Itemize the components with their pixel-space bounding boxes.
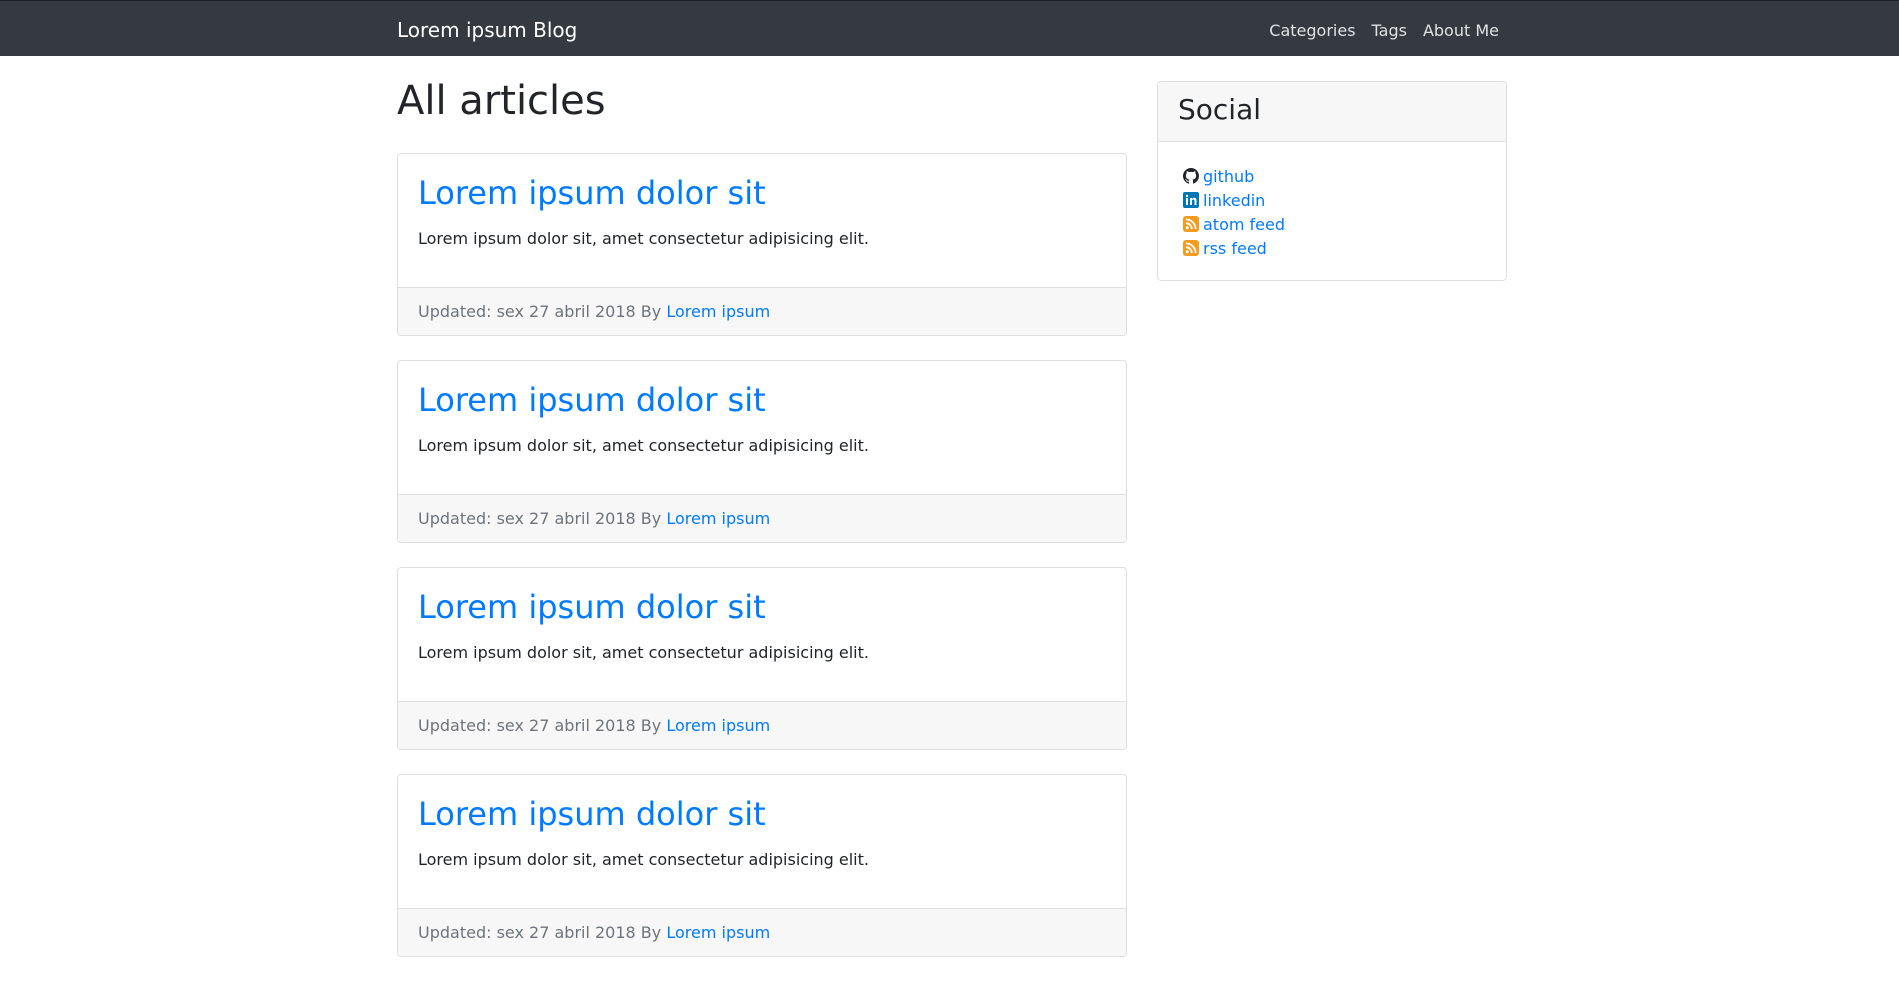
article-list: Lorem ipsum dolor sit Lorem ipsum dolor … bbox=[397, 153, 1127, 981]
social-links-list: github linkedin atom feed rss feed bbox=[1158, 142, 1506, 280]
article-author-link[interactable]: Lorem ipsum bbox=[666, 302, 770, 321]
article-card-body: Lorem ipsum dolor sit Lorem ipsum dolor … bbox=[398, 154, 1126, 287]
social-link-label: rss feed bbox=[1203, 238, 1267, 258]
social-link-label: atom feed bbox=[1203, 214, 1286, 234]
article-summary: Lorem ipsum dolor sit, amet consectetur … bbox=[418, 229, 869, 249]
article-title-link[interactable]: Lorem ipsum dolor sit bbox=[418, 174, 1106, 212]
social-link-github[interactable]: github bbox=[1183, 167, 1254, 186]
social-link-linkedin[interactable]: linkedin bbox=[1183, 191, 1265, 210]
page-title: All articles bbox=[397, 78, 606, 124]
article-author-link[interactable]: Lorem ipsum bbox=[666, 923, 770, 942]
article-card: Lorem ipsum dolor sit Lorem ipsum dolor … bbox=[397, 774, 1127, 957]
article-updated-text: Updated: sex 27 abril 2018 By bbox=[418, 716, 662, 735]
list-item: github bbox=[1183, 164, 1506, 188]
nav-link-categories[interactable]: Categories bbox=[1269, 21, 1355, 40]
nav-link-about-me[interactable]: About Me bbox=[1423, 21, 1499, 40]
article-footer: Updated: sex 27 abril 2018 By Lorem ipsu… bbox=[398, 908, 1126, 956]
list-item: atom feed bbox=[1183, 212, 1506, 236]
article-title-link[interactable]: Lorem ipsum dolor sit bbox=[418, 795, 1106, 833]
article-card: Lorem ipsum dolor sit Lorem ipsum dolor … bbox=[397, 360, 1127, 543]
top-navbar: Lorem ipsum Blog Categories Tags About M… bbox=[0, 0, 1899, 56]
list-item: linkedin bbox=[1183, 188, 1506, 212]
linkedin-icon bbox=[1183, 192, 1199, 208]
article-summary: Lorem ipsum dolor sit, amet consectetur … bbox=[418, 850, 869, 870]
social-link-label: linkedin bbox=[1203, 190, 1266, 210]
article-updated-text: Updated: sex 27 abril 2018 By bbox=[418, 923, 662, 942]
article-title-link[interactable]: Lorem ipsum dolor sit bbox=[418, 381, 1106, 419]
article-updated-text: Updated: sex 27 abril 2018 By bbox=[418, 302, 662, 321]
article-footer: Updated: sex 27 abril 2018 By Lorem ipsu… bbox=[398, 701, 1126, 749]
article-author-link[interactable]: Lorem ipsum bbox=[666, 509, 770, 528]
article-footer: Updated: sex 27 abril 2018 By Lorem ipsu… bbox=[398, 494, 1126, 542]
article-card: Lorem ipsum dolor sit Lorem ipsum dolor … bbox=[397, 567, 1127, 750]
social-link-atom-feed[interactable]: atom feed bbox=[1183, 215, 1285, 234]
article-title-link[interactable]: Lorem ipsum dolor sit bbox=[418, 588, 1106, 626]
article-card-body: Lorem ipsum dolor sit Lorem ipsum dolor … bbox=[398, 775, 1126, 908]
article-author-link[interactable]: Lorem ipsum bbox=[666, 716, 770, 735]
list-item: rss feed bbox=[1183, 236, 1506, 260]
feed-icon bbox=[1183, 240, 1199, 256]
github-icon bbox=[1183, 168, 1199, 184]
article-updated-text: Updated: sex 27 abril 2018 By bbox=[418, 509, 662, 528]
social-sidebar: Social github linkedin atom feed rss fee… bbox=[1157, 81, 1507, 281]
feed-icon bbox=[1183, 216, 1199, 232]
article-card-body: Lorem ipsum dolor sit Lorem ipsum dolor … bbox=[398, 568, 1126, 701]
sidebar-title: Social bbox=[1158, 82, 1506, 142]
article-card: Lorem ipsum dolor sit Lorem ipsum dolor … bbox=[397, 153, 1127, 336]
article-card-body: Lorem ipsum dolor sit Lorem ipsum dolor … bbox=[398, 361, 1126, 494]
brand-link[interactable]: Lorem ipsum Blog bbox=[397, 18, 577, 42]
social-link-label: github bbox=[1203, 166, 1255, 186]
article-footer: Updated: sex 27 abril 2018 By Lorem ipsu… bbox=[398, 287, 1126, 335]
social-link-rss-feed[interactable]: rss feed bbox=[1183, 239, 1267, 258]
article-summary: Lorem ipsum dolor sit, amet consectetur … bbox=[418, 436, 869, 456]
nav-link-tags[interactable]: Tags bbox=[1372, 21, 1407, 40]
article-summary: Lorem ipsum dolor sit, amet consectetur … bbox=[418, 643, 869, 663]
nav-links: Categories Tags About Me bbox=[1269, 21, 1499, 40]
